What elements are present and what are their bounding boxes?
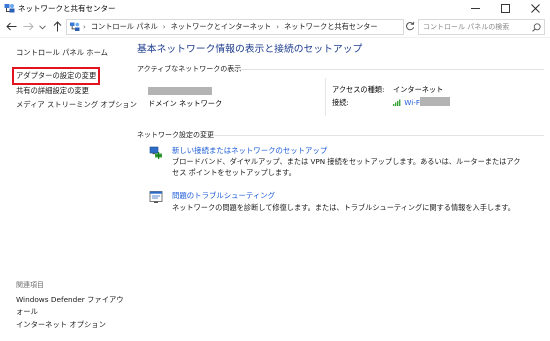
new-connection-description: ブロードバンド、ダイヤルアップ、または VPN 接続をセットアップします。あるい…: [172, 157, 521, 177]
sidebar-item-internet-options[interactable]: インターネット オプション: [16, 320, 106, 330]
close-button[interactable]: [520, 0, 550, 17]
section-divider: [232, 69, 544, 70]
network-sharing-center-icon: [4, 3, 15, 14]
maximize-icon: [500, 4, 510, 13]
arrow-right-icon: [23, 22, 34, 33]
control-panel-icon: [70, 22, 80, 32]
sidebar-item-change-adapter-settings[interactable]: アダプターの設定の変更: [11, 67, 101, 85]
new-connection-link[interactable]: 新しい接続またはネットワークのセットアップ: [172, 145, 327, 156]
wifi-name-redacted: [420, 97, 450, 106]
access-type-value: インターネット: [393, 85, 444, 94]
recent-locations-button[interactable]: [38, 21, 46, 33]
breadcrumb-separator: ›: [162, 23, 166, 31]
new-connection-icon: [149, 145, 163, 159]
troubleshoot-icon: [149, 190, 163, 204]
search-input[interactable]: [419, 20, 532, 34]
active-networks-heading: アクティブなネットワークの表示: [137, 65, 242, 73]
troubleshoot-description: ネットワークの問題を診断して修復します。または、トラブルシューティングに関する情…: [172, 203, 515, 212]
search-icon[interactable]: [532, 23, 541, 32]
breadcrumb: › コントロール パネル › ネットワークとインターネット › ネットワークと共…: [83, 20, 378, 34]
breadcrumb-network-internet[interactable]: ネットワークとインターネット: [171, 22, 272, 32]
sidebar-item-windows-defender-firewall[interactable]: Windows Defender ファイアウォール: [16, 294, 126, 318]
main-content: 基本ネットワーク情報の表示と接続のセットアップ アクティブなネットワークの表示 …: [128, 38, 550, 341]
arrow-left-icon: [5, 22, 17, 33]
window-title: ネットワークと共有センター: [18, 4, 116, 13]
connection-label: 接続:: [332, 98, 349, 107]
refresh-button[interactable]: [405, 21, 415, 33]
breadcrumb-network-sharing-center[interactable]: ネットワークと共有センター: [284, 22, 377, 32]
minimize-button[interactable]: [460, 0, 490, 17]
forward-button[interactable]: [22, 21, 34, 33]
sidebar-item-control-panel-home[interactable]: コントロール パネル ホーム: [16, 48, 108, 58]
network-name-redacted: [148, 87, 212, 95]
back-button[interactable]: [5, 21, 17, 33]
sidebar-item-advanced-sharing-settings[interactable]: 共有の詳細設定の変更: [16, 86, 89, 96]
page-title: 基本ネットワーク情報の表示と接続のセットアップ: [137, 44, 363, 55]
wifi-link[interactable]: Wi-Fi: [404, 98, 421, 107]
sidebar-item-media-streaming-options[interactable]: メディア ストリーミング オプション: [16, 100, 137, 110]
wifi-signal-icon: [393, 98, 402, 108]
access-type-label: アクセスの種類:: [332, 85, 385, 94]
troubleshoot-link[interactable]: 問題のトラブルシューティング: [172, 190, 275, 201]
minimize-icon: [470, 4, 480, 13]
breadcrumb-separator: ›: [276, 23, 280, 31]
connection-value[interactable]: Wi-Fi: [393, 98, 421, 108]
chevron-down-icon: [38, 23, 46, 32]
arrow-up-icon: [53, 20, 62, 34]
related-items-heading: 関連項目: [16, 281, 44, 289]
close-icon: [530, 4, 540, 13]
section-divider: [214, 135, 544, 136]
refresh-icon: [405, 21, 415, 33]
maximize-button[interactable]: [490, 0, 520, 17]
change-network-settings-heading: ネットワーク設定の変更: [137, 131, 214, 139]
up-button[interactable]: [51, 20, 63, 34]
breadcrumb-separator: ›: [83, 23, 86, 31]
navigation-bar: › コントロール パネル › ネットワークとインターネット › ネットワークと共…: [0, 17, 550, 38]
breadcrumb-control-panel[interactable]: コントロール パネル: [91, 22, 158, 32]
title-bar: ネットワークと共有センター: [0, 0, 550, 17]
address-bar[interactable]: › コントロール パネル › ネットワークとインターネット › ネットワークと共…: [66, 19, 467, 35]
network-category: ドメイン ネットワーク: [148, 99, 223, 108]
search-box[interactable]: [418, 19, 545, 35]
vertical-divider: [325, 78, 326, 116]
left-navigation-pane: コントロール パネル ホーム アダプターの設定の変更 共有の詳細設定の変更 メデ…: [0, 38, 137, 341]
